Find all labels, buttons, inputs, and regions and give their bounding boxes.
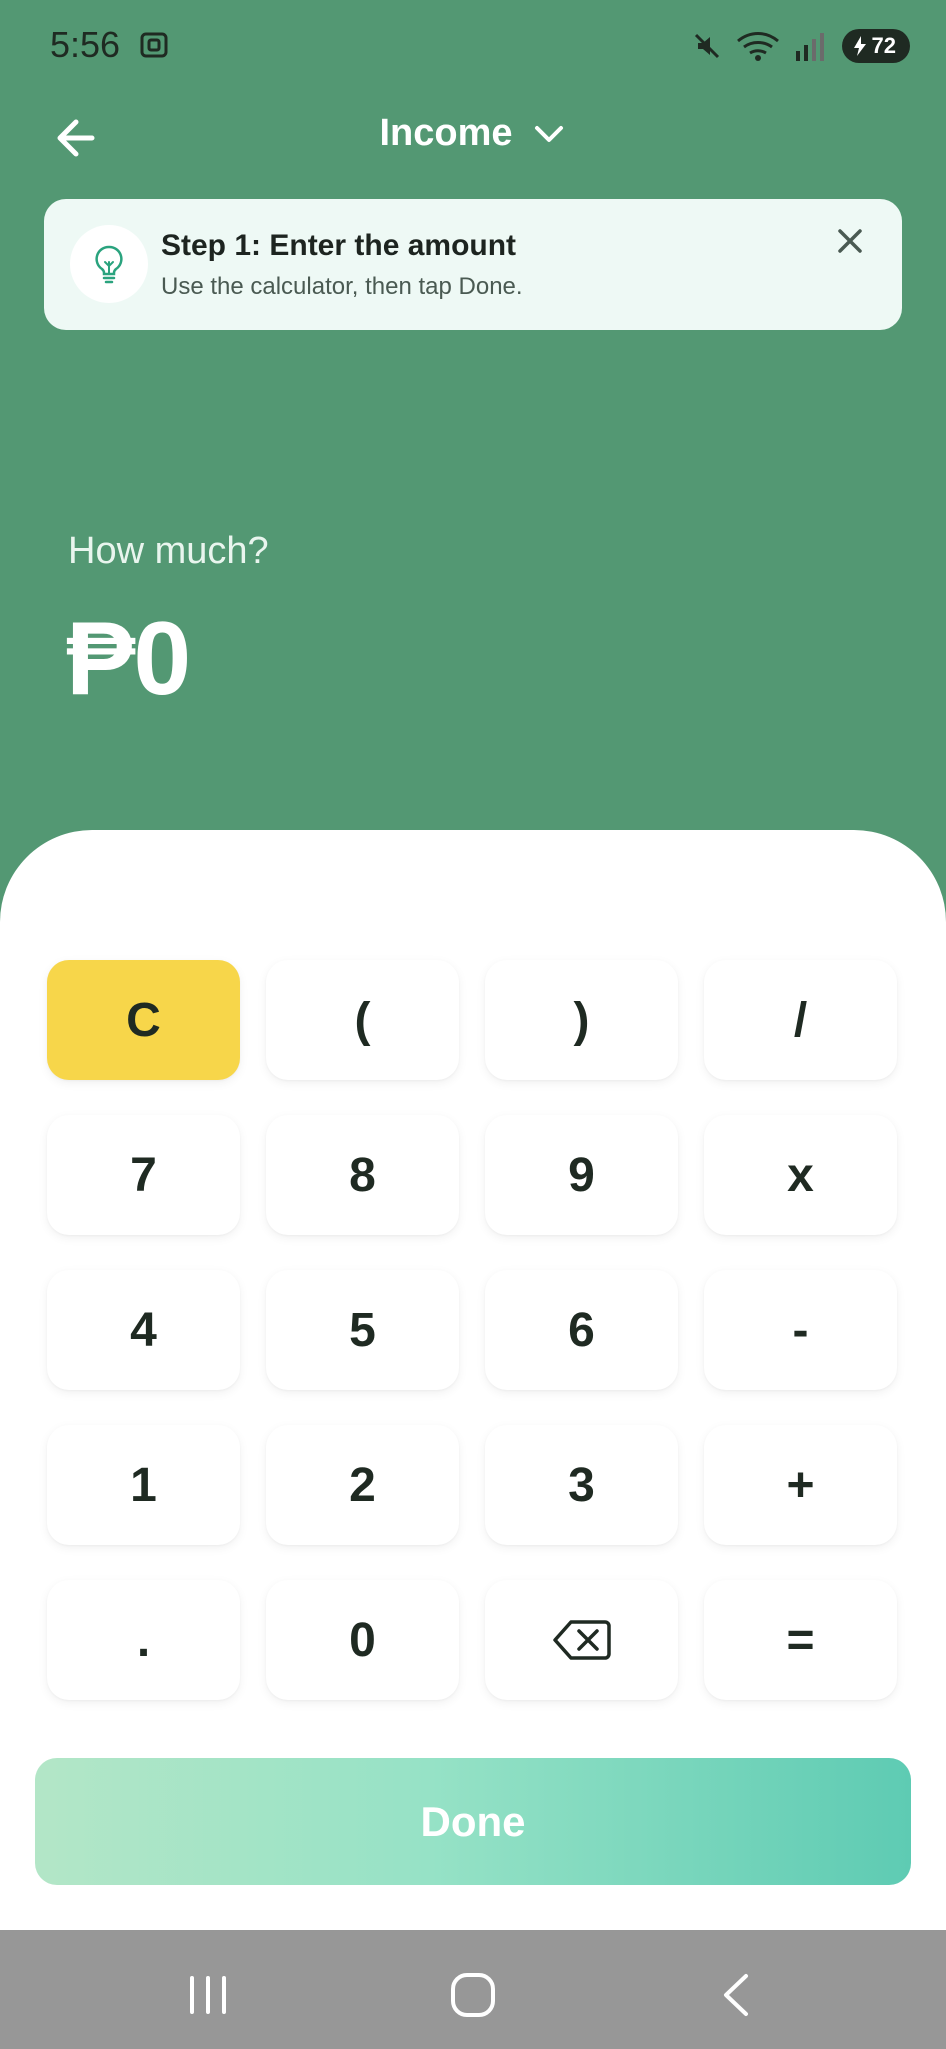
- chevron-down-icon: [534, 125, 563, 142]
- multiply-key[interactable]: x: [704, 1115, 897, 1235]
- recent-apps-icon[interactable]: [178, 1970, 238, 2020]
- back-icon[interactable]: [708, 1970, 768, 2020]
- equals-key[interactable]: =: [704, 1580, 897, 1700]
- home-icon[interactable]: [443, 1970, 503, 2020]
- open-paren-key[interactable]: (: [266, 960, 459, 1080]
- battery-level: 72: [871, 33, 896, 58]
- app-header: Income: [0, 96, 946, 176]
- digit-5-key[interactable]: 5: [266, 1270, 459, 1390]
- divide-key[interactable]: /: [704, 960, 897, 1080]
- digit-8-key[interactable]: 8: [266, 1115, 459, 1235]
- status-bar: 5:56 72: [0, 0, 946, 96]
- digit-9-key[interactable]: 9: [485, 1115, 678, 1235]
- type-selector[interactable]: Income: [0, 112, 946, 155]
- hint-icon-wrap: [70, 225, 148, 303]
- status-icons: 72: [690, 26, 910, 66]
- system-nav-bar: [0, 1930, 946, 2049]
- digit-1-key[interactable]: 1: [47, 1425, 240, 1545]
- digit-2-key[interactable]: 2: [266, 1425, 459, 1545]
- hint-title: Step 1: Enter the amount: [161, 229, 517, 262]
- screenshot-icon: [140, 32, 168, 58]
- backspace-icon: [552, 1620, 611, 1660]
- digit-3-key[interactable]: 3: [485, 1425, 678, 1545]
- close-icon[interactable]: [830, 221, 870, 261]
- amount-prompt: How much?: [68, 530, 269, 572]
- backspace-key[interactable]: [485, 1580, 678, 1700]
- status-time: 5:56: [50, 24, 121, 65]
- mute-icon: [694, 33, 719, 59]
- close-paren-key[interactable]: ): [485, 960, 678, 1080]
- add-key[interactable]: +: [704, 1425, 897, 1545]
- wifi-icon: [736, 32, 779, 61]
- charging-icon: [853, 36, 866, 56]
- digit-4-key[interactable]: 4: [47, 1270, 240, 1390]
- hint-text: Use the calculator, then tap Done.: [161, 273, 523, 300]
- digit-6-key[interactable]: 6: [485, 1270, 678, 1390]
- digit-7-key[interactable]: 7: [47, 1115, 240, 1235]
- calculator-keypad: C ( ) / 7 8 9 x 4 5 6 - 1 2 3 + . 0 =: [47, 960, 899, 1700]
- amount-display: ₱0: [66, 601, 191, 717]
- hint-card: Step 1: Enter the amount Use the calcula…: [44, 199, 902, 330]
- subtract-key[interactable]: -: [704, 1270, 897, 1390]
- done-button[interactable]: Done: [35, 1758, 911, 1885]
- signal-icon: [795, 33, 824, 61]
- lightbulb-icon: [95, 245, 123, 284]
- decimal-key[interactable]: .: [47, 1580, 240, 1700]
- digit-0-key[interactable]: 0: [266, 1580, 459, 1700]
- page-title: Income: [379, 112, 513, 154]
- clear-key[interactable]: C: [47, 960, 240, 1080]
- battery-indicator: 72: [841, 29, 910, 63]
